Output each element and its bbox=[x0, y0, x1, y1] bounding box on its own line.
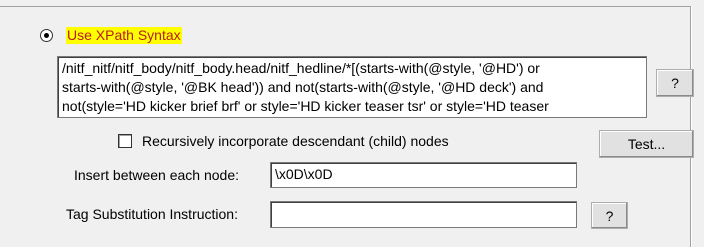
xpath-settings-panel: Use XPath Syntax /nitf_nitf/nitf_body/ni… bbox=[0, 0, 704, 247]
test-button[interactable]: Test... bbox=[599, 130, 694, 158]
xpath-expression-line: starts-with(@style, '@BK head')) and not… bbox=[62, 79, 544, 95]
tag-substitution-label: Tag Substitution Instruction: bbox=[66, 206, 238, 222]
checkbox-icon[interactable] bbox=[118, 134, 132, 148]
tag-substitution-input[interactable] bbox=[270, 201, 577, 228]
use-xpath-radio[interactable]: Use XPath Syntax bbox=[40, 26, 182, 44]
xpath-expression-line: not(style='HD kicker brief brf' or style… bbox=[62, 98, 549, 114]
insert-between-input[interactable]: \x0D\x0D bbox=[270, 162, 577, 188]
radio-button-icon[interactable] bbox=[40, 28, 53, 42]
radio-selected-dot bbox=[44, 32, 49, 38]
recursive-option-checkbox[interactable]: Recursively incorporate descendant (chil… bbox=[118, 132, 449, 150]
recursive-option-label[interactable]: Recursively incorporate descendant (chil… bbox=[142, 133, 449, 149]
group-frame-right bbox=[690, 6, 692, 247]
tag-substitution-help-button[interactable]: ? bbox=[591, 202, 628, 229]
xpath-expression-line: /nitf_nitf/nitf_body/nitf_body.head/nitf… bbox=[62, 60, 540, 76]
insert-between-label: Insert between each node: bbox=[74, 167, 240, 183]
use-xpath-label[interactable]: Use XPath Syntax bbox=[66, 26, 182, 44]
group-frame-top bbox=[0, 6, 690, 7]
xpath-expression-textarea[interactable]: /nitf_nitf/nitf_body/nitf_body.head/nitf… bbox=[57, 56, 647, 118]
xpath-help-button[interactable]: ? bbox=[656, 69, 694, 97]
